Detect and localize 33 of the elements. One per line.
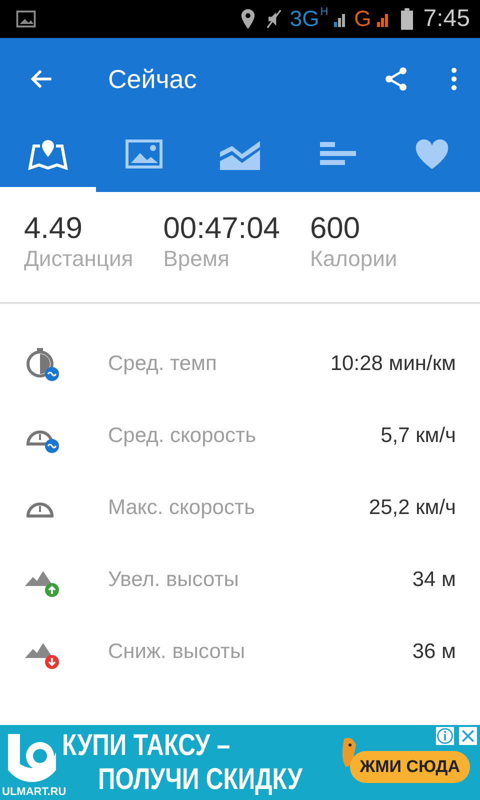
screen-title: Сейчас [108, 64, 198, 94]
clock: 7:45 [423, 5, 470, 33]
close-icon[interactable] [459, 727, 477, 745]
summary-label: Калории [310, 246, 398, 272]
summary-value: 600 [310, 212, 362, 246]
network-type: G [354, 6, 372, 32]
image-icon [16, 8, 36, 30]
stat-label: Сред. скорость [108, 424, 258, 448]
ad-domain: ULMART.RU [2, 786, 66, 798]
summary-label: Дистанция [24, 246, 134, 272]
stat-label: Сниж. высоты [108, 640, 246, 664]
summary-value: 00:47:04 [163, 212, 280, 246]
stat-value: 34 м [412, 568, 456, 592]
stopwatch-icon [24, 346, 60, 382]
stat-value: 25,2 км/ч [368, 496, 456, 520]
stat-value: 5,7 км/ч [380, 424, 456, 448]
ad-headline: КУПИ ТАКСУ – [62, 728, 232, 762]
stat-value: 36 м [412, 640, 456, 664]
ad-button[interactable]: ЖМИ СЮДА [350, 751, 470, 783]
ad-headline: ПОЛУЧИ СКИДКУ [98, 762, 302, 796]
network-subtype: H [320, 6, 328, 18]
info-icon[interactable] [436, 727, 454, 745]
battery-icon [401, 8, 414, 30]
map-pin-icon [28, 138, 68, 170]
stat-label: Сред. темп [108, 352, 218, 376]
network-type: 3G [290, 6, 320, 32]
more-icon[interactable] [450, 66, 458, 92]
summary-label: Время [163, 246, 230, 272]
stat-label: Увел. высоты [108, 568, 240, 592]
summary-value: 4.49 [24, 212, 84, 246]
image-icon [124, 138, 164, 170]
stat-label: Макс. скорость [108, 496, 256, 520]
stat-value: 10:28 мин/км [330, 352, 456, 376]
